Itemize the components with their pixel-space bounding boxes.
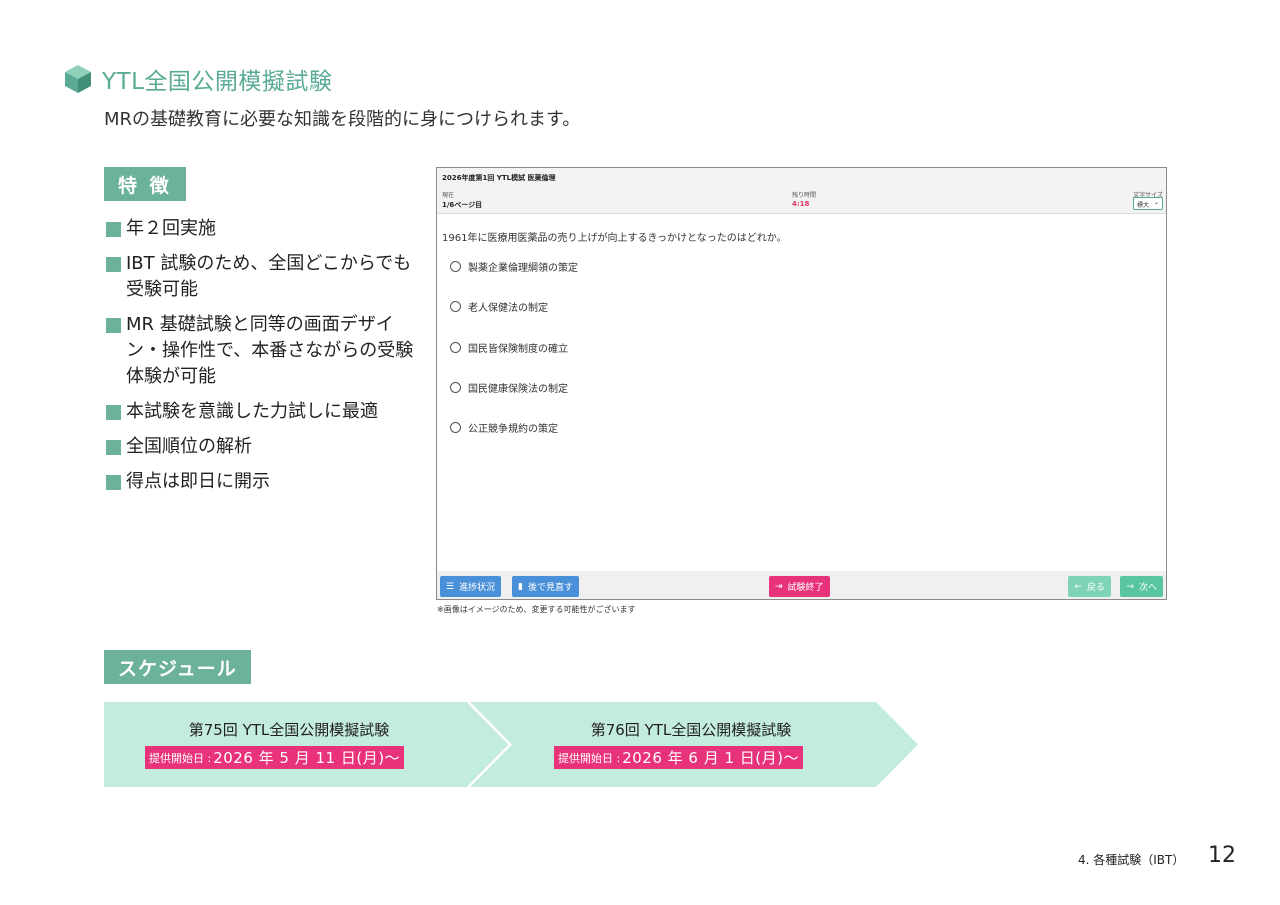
feature-item: 年２回実施: [106, 216, 416, 242]
radio-button[interactable]: [450, 422, 461, 433]
square-bullet-icon: [106, 405, 121, 420]
radio-button[interactable]: [450, 342, 461, 353]
progress-button[interactable]: ☰ 進捗状況: [440, 576, 502, 597]
schedule-title: 第75回 YTL全国公開模擬試験: [188, 721, 390, 739]
feature-item: 本試験を意識した力試しに最適: [106, 399, 416, 425]
cube-icon: [65, 65, 91, 93]
square-bullet-icon: [106, 475, 121, 490]
answer-option[interactable]: 老人保健法の制定: [450, 299, 548, 314]
answer-option[interactable]: 国民皆保険制度の確立: [450, 340, 568, 355]
schedule-timeline: 第75回 YTL全国公開模擬試験 提供開始日 : 2026 年 5 月 11 日…: [104, 702, 924, 787]
exam-footer: ☰ 進捗状況 ▮ 後で見直す ⇥ 試験終了 ← 戻る → 次へ: [437, 571, 1166, 599]
square-bullet-icon: [106, 257, 121, 272]
schedule-date-badge: 提供開始日 : 2026 年 6 月 1 日(月)〜: [554, 746, 804, 769]
answer-option[interactable]: 公正競争規約の策定: [450, 420, 558, 435]
feature-item: 全国順位の解析: [106, 434, 416, 460]
list-icon: ☰: [446, 581, 455, 592]
bookmark-icon: ▮: [518, 581, 523, 592]
exit-icon: ⇥: [775, 581, 783, 592]
radio-button[interactable]: [450, 261, 461, 272]
arrow-shape: [470, 702, 918, 787]
question-text: 1961年に医療用医薬品の売り上げが向上するきっかけとなったのはどれか。: [442, 233, 787, 244]
schedule-tag: スケジュール: [104, 650, 251, 684]
chevron-down-icon: ⌄: [1153, 199, 1159, 206]
arrow-shape: [104, 702, 510, 787]
current-label: 現在: [442, 192, 455, 199]
schedule-date-badge: 提供開始日 : 2026 年 5 月 11 日(月)〜: [145, 746, 405, 769]
image-note: ※画像はイメージのため、変更する可能性がございます: [437, 605, 636, 614]
schedule-title: 第76回 YTL全国公開模擬試験: [590, 721, 792, 739]
radio-button[interactable]: [450, 301, 461, 312]
feature-item: 得点は即日に開示: [106, 469, 416, 495]
answer-option[interactable]: 国民健康保険法の制定: [450, 380, 568, 395]
review-later-button[interactable]: ▮ 後で見直す: [512, 576, 579, 597]
features-tag: 特 徴: [104, 167, 186, 201]
current-page: 1/6ページ目: [442, 201, 483, 209]
page-subtitle: MRの基礎教育に必要な知識を段階的に身につけられます。: [104, 109, 581, 130]
exam-title: 2026年度第1回 YTL模試 医薬倫理: [442, 174, 556, 182]
arrow-right-icon: →: [1126, 581, 1134, 592]
feature-item: MR 基礎試験と同等の画面デザイン・操作性で、本番さながらの受験体験が可能: [106, 312, 416, 390]
remaining-time: 4:18: [792, 200, 810, 208]
font-size-select[interactable]: 標大 ⌄: [1133, 197, 1163, 210]
end-exam-button[interactable]: ⇥ 試験終了: [769, 576, 830, 597]
answer-option[interactable]: 製薬企業倫理綱領の策定: [450, 259, 578, 274]
timeline-arrows: [104, 702, 918, 787]
exam-header: 2026年度第1回 YTL模試 医薬倫理 現在 1/6ページ目 残り時間 4:1…: [437, 168, 1166, 214]
arrow-left-icon: ←: [1074, 581, 1082, 592]
square-bullet-icon: [106, 318, 121, 333]
next-button[interactable]: → 次へ: [1120, 576, 1163, 597]
footer-section-label: 4. 各種試験（IBT）: [1078, 853, 1185, 867]
square-bullet-icon: [106, 222, 121, 237]
square-bullet-icon: [106, 440, 121, 455]
feature-item: IBT 試験のため、全国どこからでも受験可能: [106, 251, 416, 303]
page-title: YTL全国公開模擬試験: [102, 69, 333, 95]
remaining-label: 残り時間: [792, 192, 817, 199]
page-number: 12: [1208, 843, 1236, 868]
exam-screenshot: 2026年度第1回 YTL模試 医薬倫理 現在 1/6ページ目 残り時間 4:1…: [436, 167, 1167, 600]
features-list: 年２回実施 IBT 試験のため、全国どこからでも受験可能 MR 基礎試験と同等の…: [106, 216, 416, 504]
back-button[interactable]: ← 戻る: [1068, 576, 1111, 597]
radio-button[interactable]: [450, 382, 461, 393]
